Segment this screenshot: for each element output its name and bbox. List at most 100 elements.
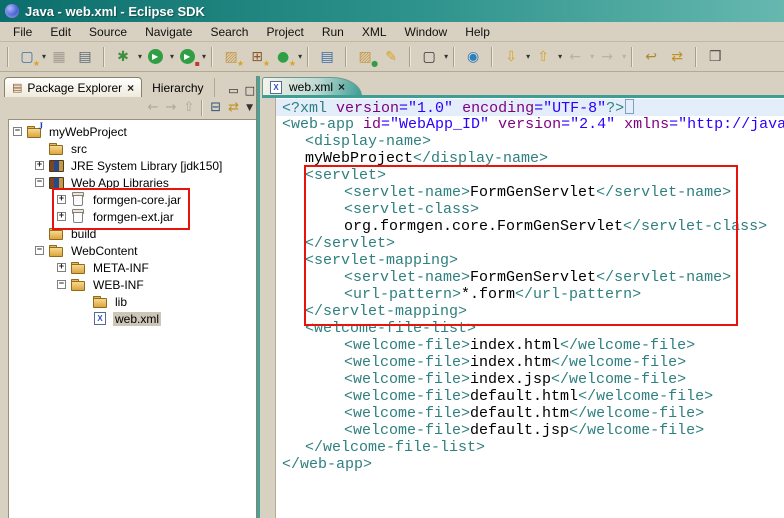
toolbar-separator (409, 47, 411, 67)
tree-item-jre-system-library-jdk150[interactable]: +JRE System Library [jdk150] (9, 157, 256, 174)
token-tag: <?xml (282, 100, 336, 117)
pe-forward-button: → (165, 101, 176, 115)
collapse-icon[interactable]: − (35, 246, 44, 255)
selection-icon: ▢ (422, 46, 435, 68)
restore-perspective-button[interactable]: ❒ (702, 45, 728, 69)
close-editor-icon[interactable]: × (338, 81, 345, 93)
tree-item-label: WebContent (69, 244, 140, 258)
selection-button[interactable]: ▢ (416, 45, 442, 69)
token-txt (489, 116, 498, 133)
token-val: ="2.4" (561, 116, 615, 133)
debug-icon: ✱ (117, 46, 129, 68)
project-icon: J (27, 125, 42, 138)
web-browser-button[interactable]: ◉ (460, 45, 486, 69)
token-tag: </welcome-file> (560, 337, 695, 354)
code-line-19: <welcome-file>default.htm</welcome-file> (276, 405, 784, 422)
run-icon: ▶ (148, 49, 163, 64)
token-tag: <welcome-file> (344, 337, 470, 354)
tree-item-mywebproject[interactable]: −JmyWebProject (9, 123, 256, 140)
collapse-icon[interactable]: − (35, 178, 44, 187)
menu-edit[interactable]: Edit (41, 23, 80, 41)
sash-handle[interactable] (257, 76, 260, 518)
tab-hierarchy-label: Hierarchy (152, 81, 203, 95)
code-line-1: <?xml version="1.0" encoding="UTF-8"?> (276, 99, 784, 116)
print-button[interactable]: ▤ (72, 45, 98, 69)
tree-item-label: web.xml (113, 312, 161, 326)
cursor-box (625, 99, 634, 114)
selection-dropdown-icon[interactable]: ▾ (444, 52, 448, 61)
window-title: Java - web.xml - Eclipse SDK (25, 4, 205, 19)
tree-item-webcontent[interactable]: − WebContent (9, 242, 256, 259)
last-edit-location-button[interactable]: ↩ (638, 45, 664, 69)
link-with-editor-button[interactable]: ⇄ (228, 101, 239, 115)
run-external-tools-dropdown-icon[interactable]: ▾ (202, 52, 206, 61)
next-annotation-button[interactable]: ⇩ (498, 45, 524, 69)
token-txt: default.jsp (470, 422, 569, 439)
new-java-project-button[interactable]: ▨★ (218, 45, 244, 69)
new-java-class-button[interactable]: ●★ (270, 45, 296, 69)
tree-item-meta-inf[interactable]: + META-INF (9, 259, 256, 276)
menu-run[interactable]: Run (313, 23, 353, 41)
main-toolbar: ▢★▾▦▤✱▾▶▾▶▪▾▨★⊞★●★▾▤▨●✎▢▾◉⇩▾⇧▾←▾→▾↩⇄❒ (0, 42, 784, 72)
menu-project[interactable]: Project (257, 23, 312, 41)
view-menu-button[interactable]: ▼ (246, 101, 253, 115)
editor-tab-strip: web.xml × (262, 77, 784, 96)
highlighter-button[interactable]: ✎ (378, 45, 404, 69)
tree-item-web-xml[interactable]: web.xml (9, 310, 256, 327)
tab-web-xml[interactable]: web.xml × (262, 77, 362, 96)
tree-item-label: src (69, 142, 89, 156)
tab-hierarchy[interactable]: Hierarchy (142, 78, 214, 97)
menu-window[interactable]: Window (396, 23, 457, 41)
token-attr: encoding (462, 100, 534, 117)
collapse-icon[interactable]: − (13, 127, 22, 136)
open-resource-button[interactable]: ▨● (352, 45, 378, 69)
run-external-tools-button[interactable]: ▶▪ (174, 45, 200, 69)
package-explorer-tab-strip: ▤ Package Explorer × Hierarchy ▭ □ (4, 77, 257, 97)
new-java-package-icon: ⊞ (251, 46, 263, 68)
code-line-22: </web-app> (276, 456, 784, 473)
previous-annotation-button[interactable]: ⇧ (530, 45, 556, 69)
new-java-class-dropdown-icon[interactable]: ▾ (298, 52, 302, 61)
minimize-view-button[interactable]: ▭ (228, 85, 238, 97)
run-button[interactable]: ▶ (142, 45, 168, 69)
menu-xml[interactable]: XML (353, 23, 396, 41)
editor-vertical-ruler[interactable] (262, 98, 276, 518)
toolbar-separator (307, 47, 309, 67)
maximize-view-button[interactable]: □ (245, 85, 255, 97)
restore-perspective-icon: ❒ (709, 46, 722, 68)
forward-button: → (594, 45, 620, 69)
new-wizard-button[interactable]: ▢★ (14, 45, 40, 69)
menu-help[interactable]: Help (456, 23, 499, 41)
tab-package-explorer[interactable]: ▤ Package Explorer × (4, 77, 142, 97)
token-tag: </web-app> (282, 456, 372, 473)
link-history-button[interactable]: ⇄ (664, 45, 690, 69)
tree-item-label: META-INF (91, 261, 151, 275)
tasks-view-button[interactable]: ▤ (314, 45, 340, 69)
menu-search[interactable]: Search (201, 23, 257, 41)
expand-icon[interactable]: + (35, 161, 44, 170)
last-edit-location-icon: ↩ (645, 46, 657, 68)
tree-item-lib[interactable]: lib (9, 293, 256, 310)
tree-item-label: lib (113, 295, 129, 309)
new-java-package-button[interactable]: ⊞★ (244, 45, 270, 69)
package-explorer-tree[interactable]: −JmyWebProject src+JRE System Library [jd… (8, 119, 257, 518)
tree-item-label: WEB-INF (91, 278, 146, 292)
collapse-icon[interactable]: − (57, 280, 66, 289)
toolbar-separator (453, 47, 455, 67)
close-view-icon[interactable]: × (127, 82, 134, 94)
menu-navigate[interactable]: Navigate (136, 23, 201, 41)
collapse-all-button[interactable]: ⊟ (210, 101, 221, 115)
window-titlebar[interactable]: Java - web.xml - Eclipse SDK (0, 0, 784, 22)
save-button: ▦ (46, 45, 72, 69)
debug-button[interactable]: ✱ (110, 45, 136, 69)
token-txt (453, 100, 462, 117)
toolbar-separator (345, 47, 347, 67)
expand-icon[interactable]: + (57, 263, 66, 272)
menu-file[interactable]: File (4, 23, 41, 41)
tree-item-web-inf[interactable]: − WEB-INF (9, 276, 256, 293)
tree-item-src[interactable]: src (9, 140, 256, 157)
forward-icon: → (601, 46, 613, 68)
toolbar-separator (103, 47, 105, 67)
eclipse-window: Java - web.xml - Eclipse SDK FileEditSou… (0, 0, 784, 518)
menu-source[interactable]: Source (80, 23, 136, 41)
